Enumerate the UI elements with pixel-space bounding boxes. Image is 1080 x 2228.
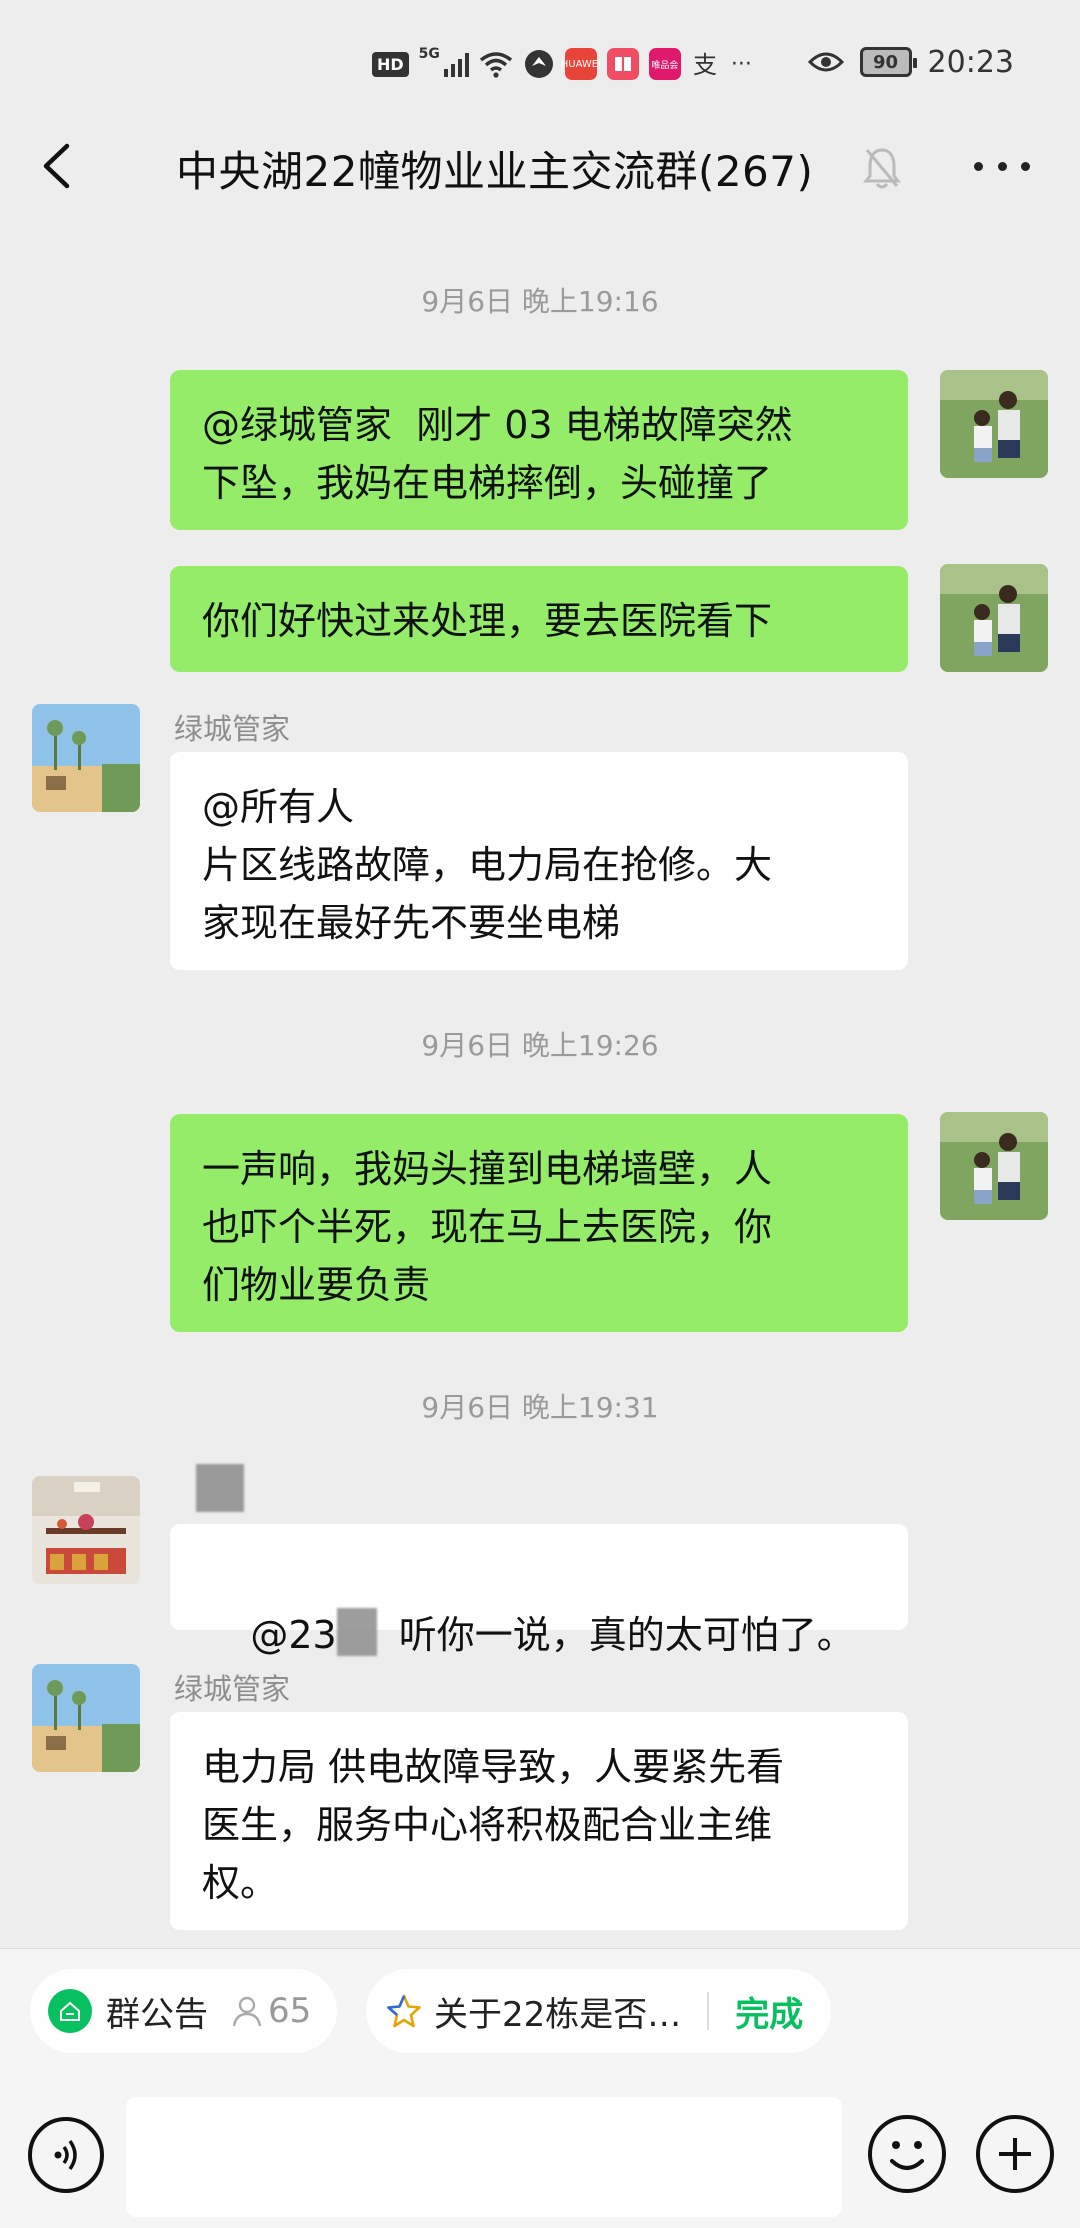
voice-button[interactable] bbox=[28, 2117, 104, 2193]
topic-pill[interactable]: 关于22栋是否… 完成 bbox=[366, 1969, 832, 2053]
vpn-icon bbox=[524, 50, 553, 78]
more-dot bbox=[974, 161, 983, 171]
eye-icon bbox=[807, 52, 844, 72]
message-bubble[interactable]: @23 听你一说，真的太可怕了。 bbox=[170, 1524, 908, 1657]
hd-icon: HD bbox=[372, 51, 409, 77]
group-notice-label: 群公告 bbox=[106, 1994, 208, 2035]
smiley-icon bbox=[890, 2141, 924, 2170]
sender-avatar[interactable] bbox=[32, 1664, 140, 1772]
voice-icon bbox=[54, 2139, 77, 2171]
timestamp: 9月6日 晚上19:16 bbox=[421, 285, 659, 318]
sender-avatar[interactable] bbox=[32, 704, 140, 812]
timestamp: 9月6日 晚上19:26 bbox=[421, 1029, 659, 1062]
sender-avatar[interactable] bbox=[32, 1476, 140, 1584]
more-functions-button[interactable] bbox=[976, 2115, 1054, 2193]
message-bubble[interactable]: @所有人 片区线路故障，电力局在抢修。大 家现在最好先不要坐电梯 bbox=[170, 752, 908, 970]
chat-title: 中央湖22幢物业业主交流群(267) bbox=[176, 147, 814, 196]
input-area: 群公告 65 关于22栋是否… 完成 bbox=[0, 1948, 1080, 2228]
my-avatar[interactable] bbox=[940, 1112, 1048, 1220]
svg-text:支: 支 bbox=[693, 51, 717, 79]
sender-name: 绿城管家 bbox=[174, 712, 291, 746]
more-status-dots: ··· bbox=[730, 51, 752, 77]
status-icons-right: 90 20:23 bbox=[807, 40, 1014, 84]
more-dot bbox=[997, 161, 1007, 171]
message-text: 听你一说，真的太可怕了。 bbox=[398, 1613, 855, 1657]
back-button[interactable] bbox=[34, 142, 78, 190]
star-icon bbox=[387, 1994, 421, 2028]
sender-name: 绿城管家 bbox=[174, 1672, 291, 1706]
store-app-icon: 唯品会 bbox=[648, 48, 681, 80]
book-app-icon bbox=[606, 48, 639, 80]
topic-label: 关于22栋是否… bbox=[434, 1994, 682, 2035]
battery-icon: 90 bbox=[859, 47, 917, 77]
signal-icon bbox=[443, 51, 469, 77]
my-avatar[interactable] bbox=[940, 370, 1048, 478]
chevron-left-icon bbox=[43, 143, 70, 189]
timestamp: 9月6日 晚上19:31 bbox=[421, 1391, 659, 1424]
read-count: 65 bbox=[232, 1991, 311, 2031]
my-message-bubble[interactable]: 一声响，我妈头撞到电梯墙壁，人 也吓个半死，现在马上去医院，你 们物业要负责 bbox=[170, 1114, 908, 1332]
huawei-app-icon: HUAWEI bbox=[561, 48, 601, 80]
more-options-button[interactable] bbox=[974, 146, 1030, 186]
notice-icon bbox=[48, 1989, 92, 2033]
message-bubble[interactable]: 电力局 供电故障导致，人要紧先看 医生，服务中心将积极配合业主维 权。 bbox=[170, 1712, 908, 1930]
person-icon bbox=[232, 1996, 262, 2027]
wifi-icon bbox=[479, 52, 512, 78]
more-dot bbox=[1021, 161, 1030, 171]
alipay-icon: 支 bbox=[693, 51, 717, 79]
emoji-button[interactable] bbox=[868, 2115, 946, 2193]
redacted-sender-name bbox=[196, 1464, 244, 1512]
read-count-value: 65 bbox=[268, 1991, 312, 2031]
done-button[interactable]: 完成 bbox=[735, 1987, 803, 2036]
my-message-bubble[interactable]: @绿城管家 刚才 03 电梯故障突然 下坠，我妈在电梯摔倒，头碰撞了 bbox=[170, 370, 908, 530]
photo-avatar-icon bbox=[940, 1112, 1048, 1220]
status-bar: HD 5G HUAWEI 唯品会 支 ··· 90 20:23 bbox=[0, 0, 1080, 120]
network-type: 5G bbox=[418, 46, 440, 62]
message-list[interactable]: 9月6日 晚上19:16 @绿城管家 刚才 03 电梯故障突然 下坠，我妈在电梯… bbox=[0, 212, 1080, 1948]
my-avatar[interactable] bbox=[940, 564, 1048, 672]
chat-header: 中央湖22幢物业业主交流群(267) bbox=[0, 120, 1080, 212]
photo-avatar-icon bbox=[940, 370, 1048, 478]
building-avatar-icon bbox=[32, 704, 140, 812]
status-icons-left: HD 5G HUAWEI 唯品会 支 ··· bbox=[372, 44, 752, 84]
divider bbox=[707, 1992, 710, 2030]
photo-avatar-icon bbox=[940, 564, 1048, 672]
my-message-bubble[interactable]: 你们好快过来处理，要去医院看下 bbox=[170, 566, 908, 672]
message-input[interactable] bbox=[126, 2097, 842, 2217]
bell-muted-icon bbox=[862, 148, 902, 189]
group-notice-button[interactable]: 群公告 65 bbox=[30, 1969, 338, 2053]
building-avatar-icon bbox=[32, 1664, 140, 1772]
redacted-mention bbox=[336, 1608, 377, 1656]
mention-text: @23 bbox=[250, 1613, 337, 1657]
plus-icon bbox=[999, 2138, 1031, 2170]
shop-avatar-icon bbox=[32, 1476, 140, 1584]
clock: 20:23 bbox=[927, 44, 1014, 80]
